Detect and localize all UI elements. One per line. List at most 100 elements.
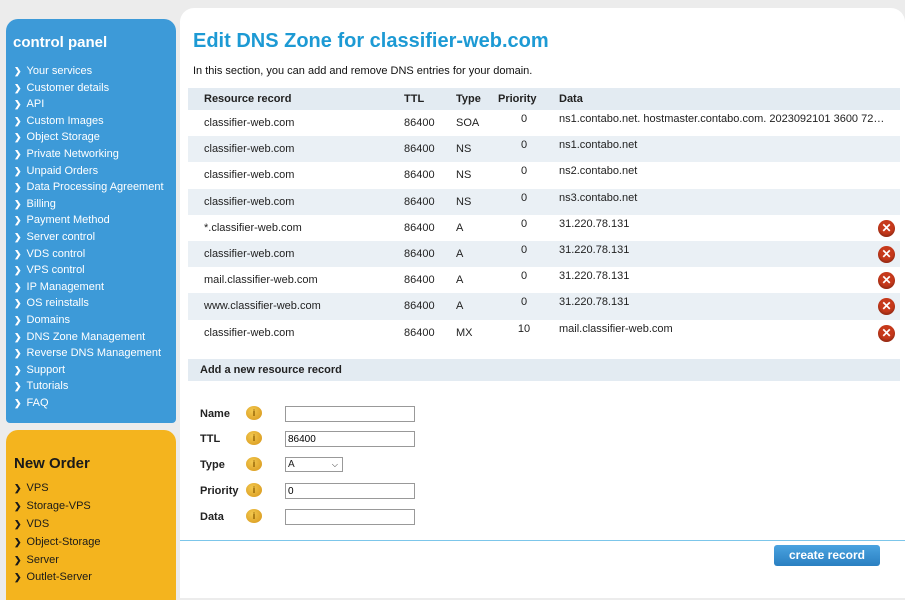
record-priority-cell: 0 [520, 139, 528, 152]
nav-item[interactable]: ❯ Server [14, 552, 101, 570]
chevron-right-icon: ❯ [14, 231, 22, 242]
nav-item[interactable]: ❯ Tutorials [14, 378, 164, 395]
ttl-label: TTL [200, 433, 221, 445]
record-name-cell: classifier-web.com [204, 117, 295, 129]
chevron-right-icon: ❯ [14, 331, 22, 342]
chevron-right-icon: ❯ [14, 518, 22, 529]
record-priority-cell: 0 [520, 191, 528, 204]
nav-item[interactable]: ❯ Unpaid Orders [14, 163, 164, 180]
nav-item-label: Domains [26, 313, 70, 326]
chevron-right-icon: ❯ [14, 132, 22, 143]
nav-item[interactable]: ❯ DNS Zone Management [14, 329, 164, 346]
nav-item[interactable]: ❯ Object Storage [14, 129, 164, 146]
priority-input[interactable] [285, 483, 415, 499]
record-data-cell: 31.220.78.131 [559, 243, 630, 256]
record-ttl-cell: 86400 [404, 274, 435, 287]
chevron-right-icon: ❯ [14, 215, 22, 226]
nav-item[interactable]: ❯ Custom Images [14, 113, 164, 130]
nav-item[interactable]: ❯ Reverse DNS Management [14, 345, 164, 362]
chevron-right-icon: ❯ [14, 148, 22, 159]
delete-record-icon[interactable]: ✕ [878, 245, 895, 263]
nav-item-label: API [26, 98, 45, 111]
nav-item[interactable]: ❯ IP Management [14, 279, 164, 296]
nav-item-label: VDS [26, 517, 50, 530]
info-icon[interactable]: i [246, 457, 262, 471]
info-icon[interactable]: i [246, 509, 262, 523]
table-body: classifier-web.com 86400 SOA 0 ns1.contabo.n… [188, 110, 900, 346]
nav-item-label: VPS control [26, 264, 85, 277]
record-priority-cell: 0 [520, 217, 528, 230]
nav-item[interactable]: ❯ VDS [14, 516, 101, 534]
nav-item-label: Server control [26, 230, 96, 243]
record-ttl-cell: 86400 [404, 300, 435, 313]
data-input[interactable] [285, 509, 415, 525]
nav-item[interactable]: ❯ OS reinstalls [14, 295, 164, 312]
record-type-cell: A [456, 247, 464, 260]
record-ttl-cell: 86400 [404, 143, 435, 156]
chevron-right-icon: ❯ [14, 483, 22, 493]
delete-record-icon[interactable]: ✕ [878, 298, 895, 316]
delete-record-icon[interactable]: ✕ [878, 324, 895, 342]
nav-item-label: Custom Images [26, 114, 104, 127]
record-data-cell: 31.220.78.131 [559, 270, 630, 283]
chevron-right-icon: ❯ [14, 248, 22, 259]
chevron-right-icon: ❯ [14, 265, 22, 276]
info-icon[interactable]: i [246, 483, 262, 497]
nav-item-label: Billing [26, 197, 56, 210]
record-ttl-cell: 86400 [404, 221, 435, 234]
nav-item[interactable]: ❯ Support [14, 362, 164, 379]
chevron-right-icon: ❯ [14, 554, 22, 565]
column-header-resource-record: Resource record [204, 93, 292, 105]
record-name-cell: classifier-web.com [204, 247, 295, 260]
new-order-sidebar: New Order ❯ VPS ❯ Storage-VPS ❯ VDS ❯ Object-St… [6, 430, 176, 600]
nav-item[interactable]: ❯ FAQ [14, 395, 164, 412]
info-icon[interactable]: i [246, 431, 262, 445]
nav-item-label: Object Storage [26, 131, 100, 144]
nav-item-label: Reverse DNS Management [26, 347, 162, 360]
record-name-cell: classifier-web.com [204, 143, 295, 156]
divider [180, 540, 905, 541]
chevron-right-icon: ❯ [14, 298, 22, 309]
nav-item[interactable]: ❯ Object-Storage [14, 534, 101, 552]
nav-item[interactable]: ❯ Storage-VPS [14, 498, 101, 516]
chevron-right-icon: ❯ [14, 536, 22, 547]
record-data-cell: ns3.contabo.net [559, 191, 638, 204]
nav-item[interactable]: ❯ Customer details [14, 80, 164, 97]
info-icon[interactable]: i [246, 406, 262, 420]
column-header-type: Type [456, 93, 481, 105]
record-name-cell: mail.classifier-web.com [204, 274, 318, 287]
new-order-title: New Order [14, 455, 90, 472]
nav-item[interactable]: ❯ VPS control [14, 262, 164, 279]
control-panel-sidebar: control panel ❯ Your services ❯ Customer de… [6, 19, 176, 423]
nav-item[interactable]: ❯ Payment Method [14, 212, 164, 229]
ttl-input[interactable] [285, 431, 415, 447]
record-type-cell: A [456, 300, 464, 313]
nav-item[interactable]: ❯ Private Networking [14, 146, 164, 163]
record-data-cell: mail.classifier-web.com [559, 322, 673, 335]
nav-item[interactable]: ❯ API [14, 96, 164, 113]
record-type-cell: SOA [456, 117, 480, 129]
add-record-header: Add a new resource record [188, 359, 900, 381]
record-data-cell: 31.220.78.131 [559, 217, 630, 230]
intro-text: In this section, you can add and remove … [193, 65, 533, 77]
record-data-cell: ns1.contabo.net [559, 139, 638, 152]
nav-item-label: Payment Method [26, 214, 110, 227]
record-name-cell: www.classifier-web.com [204, 300, 321, 313]
nav-item-label: Outlet-Server [26, 571, 92, 584]
delete-record-icon[interactable]: ✕ [878, 219, 895, 237]
chevron-right-icon: ❯ [14, 198, 22, 209]
name-input[interactable] [285, 406, 415, 422]
type-select[interactable]: A ⌵ [285, 457, 343, 472]
nav-item[interactable]: ❯ VDS control [14, 246, 164, 263]
create-record-button[interactable]: create record [774, 545, 880, 566]
nav-item[interactable]: ❯ Data Processing Agreement [14, 179, 164, 196]
nav-item[interactable]: ❯ Your services [14, 63, 164, 80]
nav-item[interactable]: ❯ Server control [14, 229, 164, 246]
nav-item[interactable]: ❯ Billing [14, 196, 164, 213]
data-label: Data [200, 511, 224, 523]
delete-record-icon[interactable]: ✕ [878, 272, 895, 290]
nav-item[interactable]: ❯ VPS [14, 480, 101, 498]
record-data-cell: ns2.contabo.net [559, 165, 638, 178]
nav-item-label: IP Management [26, 280, 105, 293]
nav-item[interactable]: ❯ Domains [14, 312, 164, 329]
